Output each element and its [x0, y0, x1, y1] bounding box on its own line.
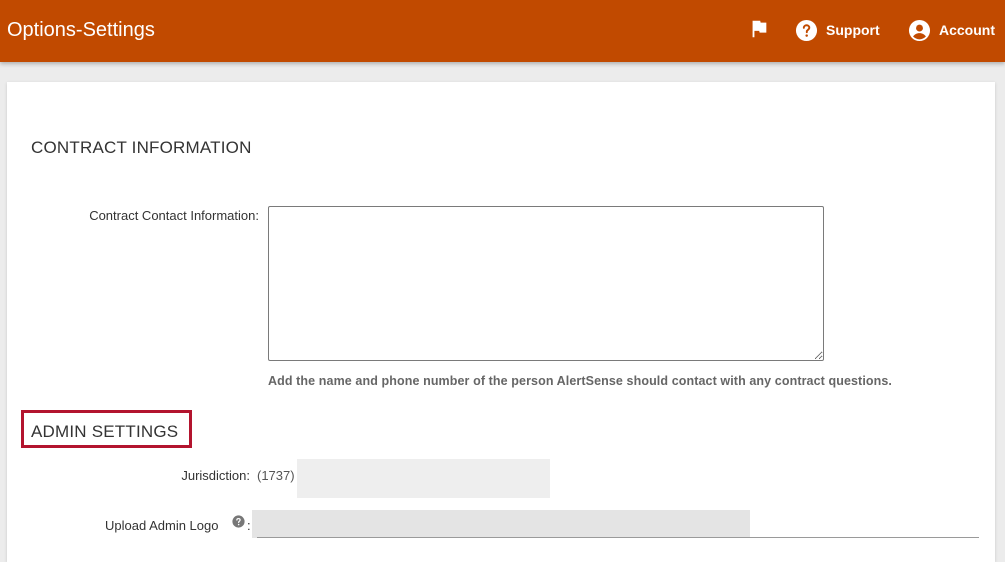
contract-help-text: Add the name and phone number of the per… — [268, 374, 892, 388]
settings-card: CONTRACT INFORMATION Contract Contact In… — [7, 82, 995, 562]
question-circle-icon[interactable] — [232, 515, 245, 528]
admin-settings-heading: ADMIN SETTINGS — [31, 422, 179, 441]
upload-logo-redacted-area — [252, 510, 750, 538]
upload-logo-colon: : — [247, 518, 251, 533]
account-circle-icon — [908, 19, 931, 41]
flag-button[interactable] — [748, 18, 770, 40]
page-title: Options-Settings — [7, 19, 155, 41]
upload-logo-input-underline[interactable] — [257, 537, 979, 538]
top-app-bar: Options-Settings Support Account — [0, 0, 1005, 62]
flag-icon — [752, 20, 767, 38]
help-circle-icon — [795, 19, 818, 41]
account-label: Account — [939, 22, 995, 38]
account-button[interactable]: Account — [908, 18, 995, 42]
contract-information-heading: CONTRACT INFORMATION — [31, 138, 252, 157]
support-label: Support — [826, 22, 880, 38]
upload-admin-logo-label: Upload Admin Logo — [105, 518, 219, 533]
support-button[interactable]: Support — [795, 18, 880, 42]
jurisdiction-label: Jurisdiction: — [181, 468, 250, 483]
jurisdiction-value: (1737) — [257, 468, 295, 483]
jurisdiction-redacted-area — [297, 459, 550, 498]
contract-contact-label: Contract Contact Information: — [89, 208, 259, 223]
contract-contact-textarea[interactable] — [268, 206, 824, 361]
